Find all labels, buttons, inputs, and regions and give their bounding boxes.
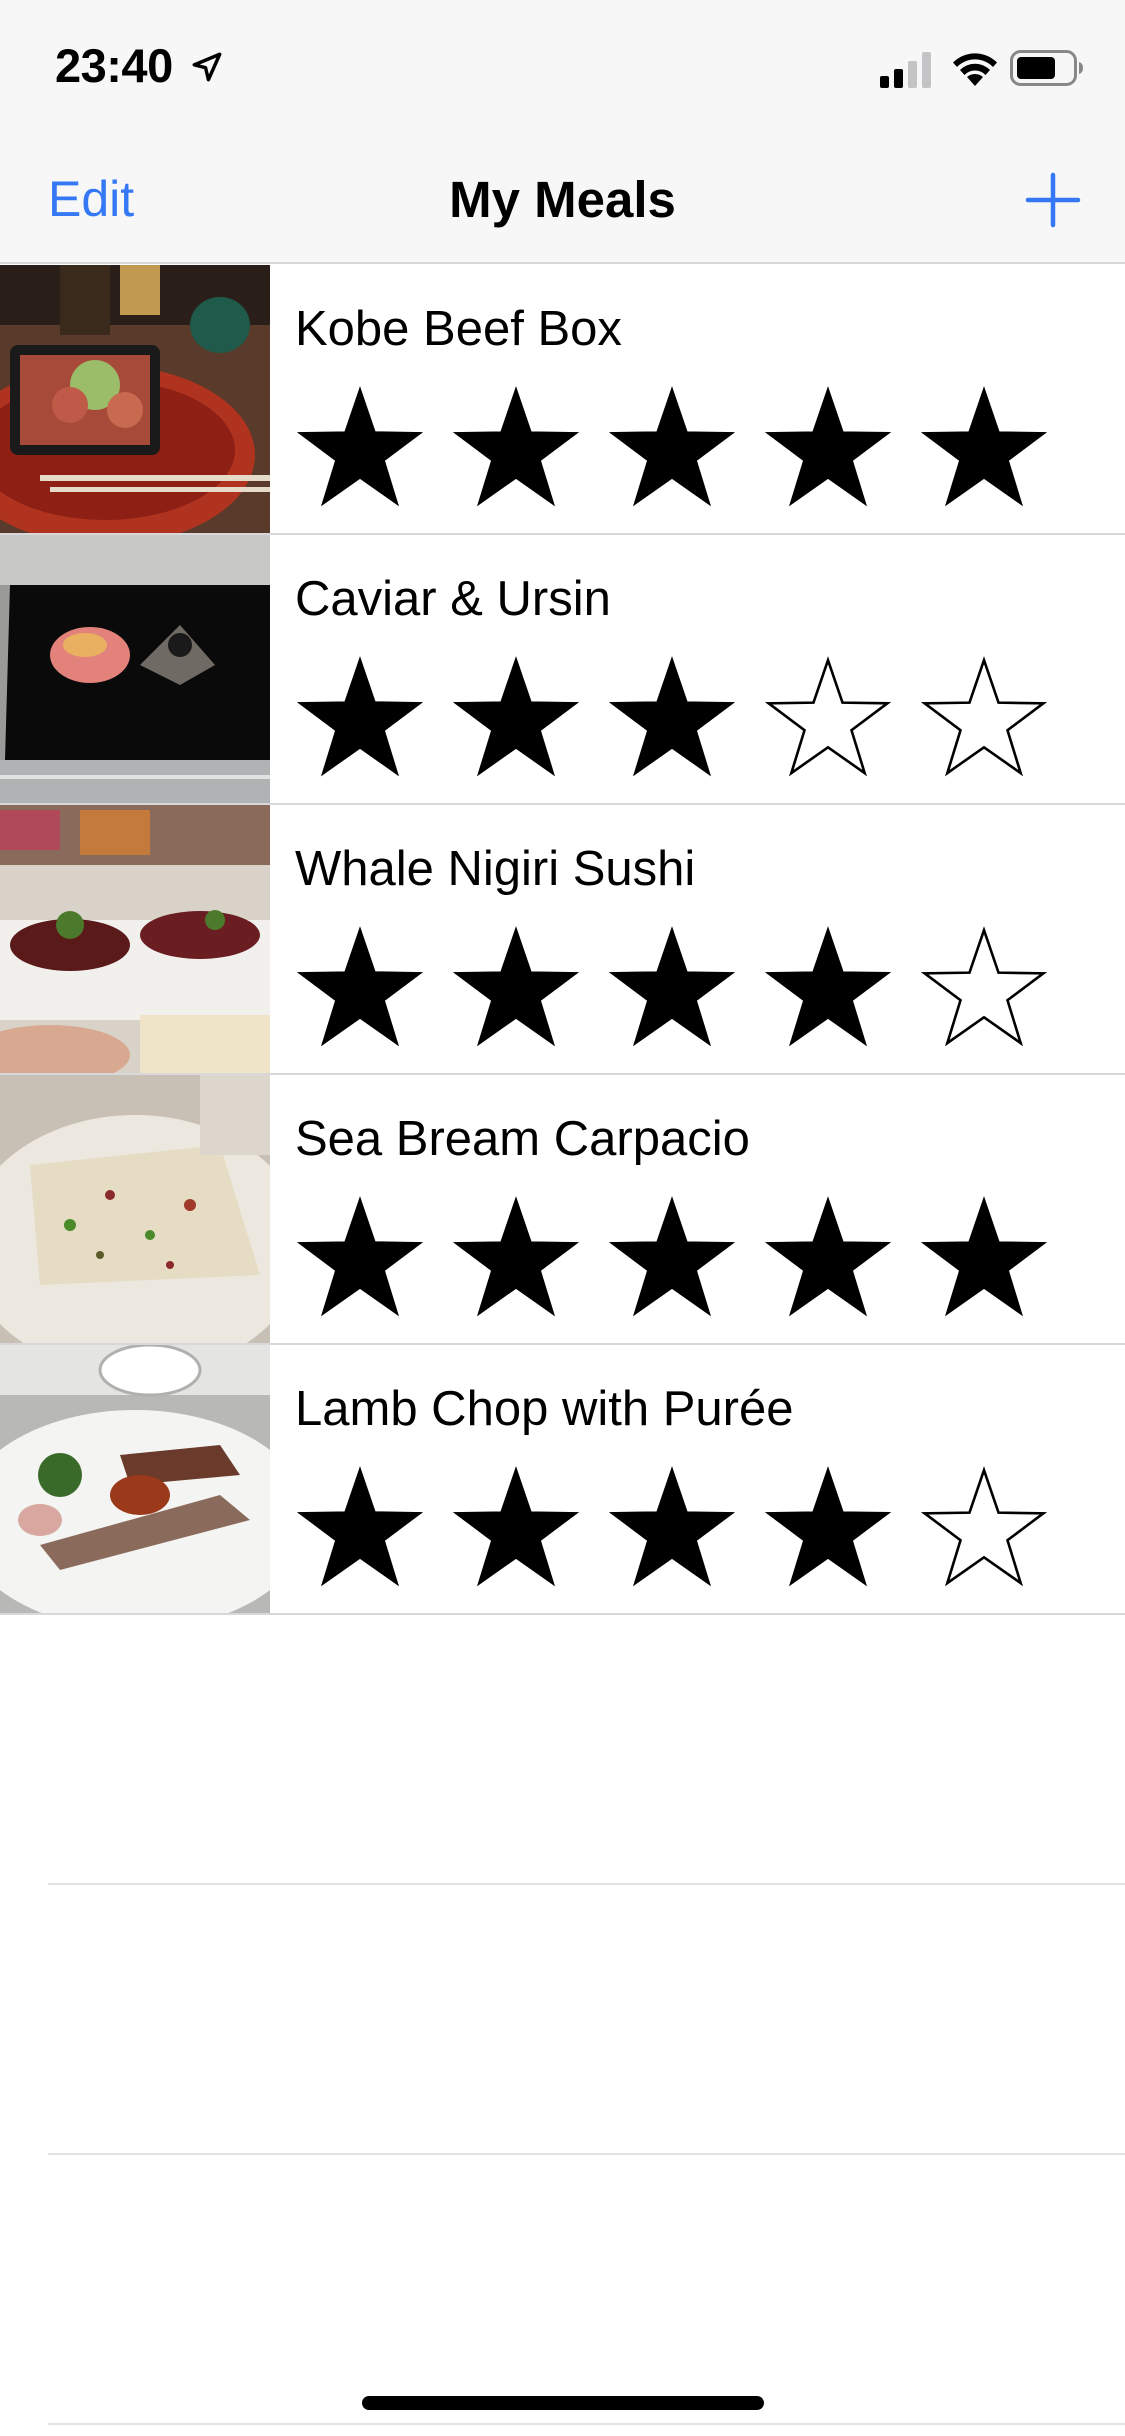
filled-star-icon[interactable] xyxy=(451,1465,581,1595)
empty-star-icon[interactable] xyxy=(919,655,1049,785)
filled-star-icon[interactable] xyxy=(919,385,1049,515)
edit-button[interactable]: Edit xyxy=(48,170,134,228)
filled-star-icon[interactable] xyxy=(451,925,581,1055)
filled-star-icon[interactable] xyxy=(763,385,893,515)
empty-row-separator xyxy=(48,2423,1125,2425)
meal-row[interactable]: Sea Bream Carpacio xyxy=(0,1075,1125,1345)
meal-name: Sea Bream Carpacio xyxy=(295,1112,750,1166)
meal-name: Kobe Beef Box xyxy=(295,302,622,356)
filled-star-icon[interactable] xyxy=(295,655,425,785)
empty-star-icon[interactable] xyxy=(763,655,893,785)
filled-star-icon[interactable] xyxy=(607,925,737,1055)
filled-star-icon[interactable] xyxy=(763,925,893,1055)
page-title: My Meals xyxy=(449,171,676,228)
cellular-signal-icon xyxy=(880,52,931,88)
filled-star-icon[interactable] xyxy=(607,655,737,785)
battery-icon xyxy=(1010,50,1083,86)
filled-star-icon[interactable] xyxy=(763,1195,893,1325)
meal-photo xyxy=(0,1075,270,1343)
meal-name: Lamb Chop with Purée xyxy=(295,1382,794,1436)
meal-photo xyxy=(0,265,270,533)
filled-star-icon[interactable] xyxy=(295,1195,425,1325)
filled-star-icon[interactable] xyxy=(607,1465,737,1595)
wifi-icon xyxy=(953,53,997,86)
empty-row-separator xyxy=(48,2153,1125,2155)
filled-star-icon[interactable] xyxy=(295,385,425,515)
plus-icon[interactable] xyxy=(1025,172,1081,228)
filled-star-icon[interactable] xyxy=(295,925,425,1055)
empty-row-separator xyxy=(48,1883,1125,1885)
filled-star-icon[interactable] xyxy=(451,655,581,785)
navigation-bar: My Meals Edit xyxy=(0,132,1125,264)
filled-star-icon[interactable] xyxy=(295,1465,425,1595)
meal-photo xyxy=(0,805,270,1073)
meal-photo xyxy=(0,535,270,803)
filled-star-icon[interactable] xyxy=(763,1465,893,1595)
status-time: 23:40 xyxy=(55,39,173,92)
filled-star-icon[interactable] xyxy=(451,385,581,515)
filled-star-icon[interactable] xyxy=(451,1195,581,1325)
empty-star-icon[interactable] xyxy=(919,1465,1049,1595)
meal-row[interactable]: Lamb Chop with Purée xyxy=(0,1345,1125,1615)
meal-name: Caviar & Ursin xyxy=(295,572,611,626)
filled-star-icon[interactable] xyxy=(607,385,737,515)
meal-name: Whale Nigiri Sushi xyxy=(295,842,696,896)
meal-row[interactable]: Caviar & Ursin xyxy=(0,535,1125,805)
home-indicator xyxy=(362,2396,764,2410)
location-icon xyxy=(192,52,222,82)
meal-photo xyxy=(0,1345,270,1613)
meal-row[interactable]: Whale Nigiri Sushi xyxy=(0,805,1125,1075)
meal-row[interactable]: Kobe Beef Box xyxy=(0,265,1125,535)
status-bar: 23:40 xyxy=(0,0,1125,132)
filled-star-icon[interactable] xyxy=(919,1195,1049,1325)
meal-list: Kobe Beef Box Caviar & Ursin Whale Nigir… xyxy=(0,265,1125,1615)
filled-star-icon[interactable] xyxy=(607,1195,737,1325)
empty-star-icon[interactable] xyxy=(919,925,1049,1055)
